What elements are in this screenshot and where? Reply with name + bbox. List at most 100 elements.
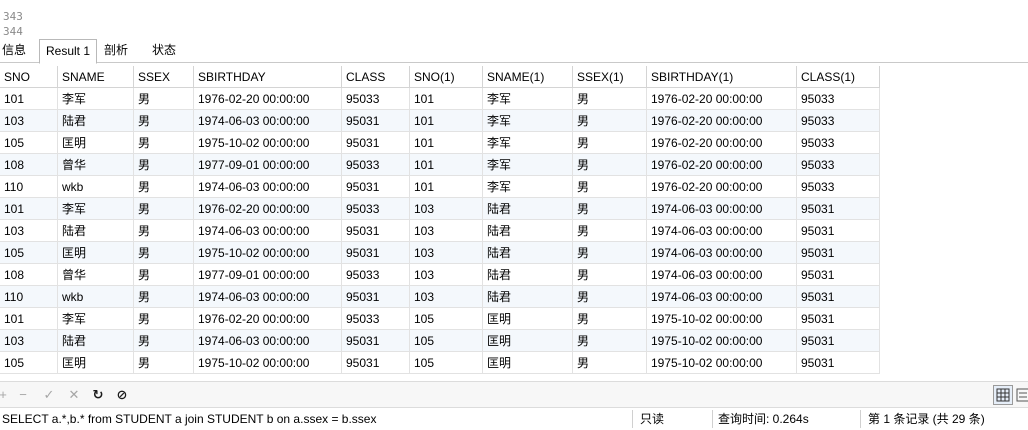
table-cell[interactable]: 陆君 (483, 242, 573, 264)
table-cell[interactable]: 匡明 (58, 352, 134, 374)
table-cell[interactable]: 李军 (58, 198, 134, 220)
table-cell[interactable]: 1976-02-20 00:00:00 (647, 88, 797, 110)
table-cell[interactable]: 101 (0, 88, 58, 110)
table-cell[interactable]: 男 (573, 308, 647, 330)
column-header[interactable]: SSEX (134, 66, 194, 88)
table-cell[interactable]: 男 (573, 88, 647, 110)
table-row[interactable]: 103 陆君男 1974-06-03 00:00:00 95031 105 匡明男 1975… (0, 330, 880, 352)
table-cell[interactable]: 95033 (342, 154, 410, 176)
table-cell[interactable]: 1977-09-01 00:00:00 (194, 264, 342, 286)
table-cell[interactable]: 陆君 (483, 220, 573, 242)
table-cell[interactable]: 男 (573, 352, 647, 374)
table-cell[interactable]: 108 (0, 154, 58, 176)
tab-profile[interactable]: 剖析 (98, 39, 134, 63)
column-header[interactable]: CLASS (342, 66, 410, 88)
table-cell[interactable]: 1976-02-20 00:00:00 (647, 154, 797, 176)
column-header[interactable]: SSEX(1) (573, 66, 647, 88)
table-cell[interactable]: 1975-10-02 00:00:00 (194, 242, 342, 264)
table-cell[interactable]: 1974-06-03 00:00:00 (194, 286, 342, 308)
column-header[interactable]: SNAME(1) (483, 66, 573, 88)
table-cell[interactable]: 95031 (797, 308, 880, 330)
table-cell[interactable]: 95031 (342, 132, 410, 154)
table-cell[interactable]: 李军 (483, 154, 573, 176)
table-cell[interactable]: 101 (410, 154, 483, 176)
table-cell[interactable]: 男 (573, 286, 647, 308)
table-row[interactable]: 101 李军男 1976-02-20 00:00:00 95033 105 匡明男 1975… (0, 308, 880, 330)
table-cell[interactable]: 101 (0, 198, 58, 220)
apply-button[interactable]: ✓ (40, 386, 58, 404)
table-cell[interactable]: 匡明 (483, 330, 573, 352)
table-cell[interactable]: 105 (410, 352, 483, 374)
table-cell[interactable]: 1974-06-03 00:00:00 (194, 110, 342, 132)
table-cell[interactable]: 曾华 (58, 264, 134, 286)
table-cell[interactable]: 95031 (342, 176, 410, 198)
table-cell[interactable]: 男 (573, 154, 647, 176)
table-cell[interactable]: 陆君 (483, 286, 573, 308)
table-cell[interactable]: wkb (58, 176, 134, 198)
table-cell[interactable]: 95033 (342, 198, 410, 220)
table-row[interactable]: 103 陆君男 1974-06-03 00:00:00 95031 101 李军男 1976… (0, 110, 880, 132)
table-cell[interactable]: 陆君 (58, 110, 134, 132)
table-cell[interactable]: 95031 (342, 242, 410, 264)
table-cell[interactable]: 103 (410, 220, 483, 242)
table-cell[interactable]: 95031 (797, 352, 880, 374)
column-header[interactable]: CLASS(1) (797, 66, 880, 88)
table-cell[interactable]: 1976-02-20 00:00:00 (194, 88, 342, 110)
table-cell[interactable]: 男 (573, 220, 647, 242)
table-cell[interactable]: 101 (410, 88, 483, 110)
table-cell[interactable]: 95033 (342, 88, 410, 110)
table-cell[interactable]: 95031 (342, 330, 410, 352)
table-cell[interactable]: 匡明 (483, 308, 573, 330)
table-cell[interactable]: 103 (0, 220, 58, 242)
table-cell[interactable]: 男 (134, 330, 194, 352)
table-cell[interactable]: 95031 (797, 264, 880, 286)
delete-row-button[interactable]: − (14, 386, 32, 404)
table-cell[interactable]: 103 (410, 198, 483, 220)
tab-status[interactable]: 状态 (146, 39, 182, 63)
table-cell[interactable]: 男 (573, 132, 647, 154)
table-row[interactable]: 105 匡明男 1975-10-02 00:00:00 95031 101 李军男 1976… (0, 132, 880, 154)
table-cell[interactable]: 李军 (58, 88, 134, 110)
table-cell[interactable]: 95033 (342, 308, 410, 330)
table-row[interactable]: 108 曾华男 1977-09-01 00:00:00 95033 101 李军男 1976… (0, 154, 880, 176)
table-cell[interactable]: 男 (573, 264, 647, 286)
table-cell[interactable]: 101 (410, 176, 483, 198)
table-cell[interactable]: 李军 (58, 308, 134, 330)
table-cell[interactable]: 陆君 (483, 198, 573, 220)
table-cell[interactable]: 95031 (342, 286, 410, 308)
table-cell[interactable]: 匡明 (483, 352, 573, 374)
table-cell[interactable]: 1976-02-20 00:00:00 (647, 132, 797, 154)
table-cell[interactable]: 男 (134, 242, 194, 264)
table-cell[interactable]: wkb (58, 286, 134, 308)
table-cell[interactable]: 105 (410, 308, 483, 330)
table-cell[interactable]: 1977-09-01 00:00:00 (194, 154, 342, 176)
table-cell[interactable]: 1974-06-03 00:00:00 (647, 242, 797, 264)
table-cell[interactable]: 李军 (483, 176, 573, 198)
table-row[interactable]: 105 匡明男 1975-10-02 00:00:00 95031 105 匡明男 1975… (0, 352, 880, 374)
table-cell[interactable]: 男 (573, 242, 647, 264)
table-cell[interactable]: 陆君 (483, 264, 573, 286)
table-cell[interactable]: 105 (0, 352, 58, 374)
table-cell[interactable]: 101 (410, 110, 483, 132)
table-cell[interactable]: 1974-06-03 00:00:00 (194, 330, 342, 352)
table-cell[interactable]: 男 (134, 198, 194, 220)
table-cell[interactable]: 95033 (342, 264, 410, 286)
table-cell[interactable]: 1974-06-03 00:00:00 (647, 286, 797, 308)
table-cell[interactable]: 95033 (797, 132, 880, 154)
table-cell[interactable]: 110 (0, 286, 58, 308)
table-cell[interactable]: 男 (134, 88, 194, 110)
table-cell[interactable]: 103 (0, 110, 58, 132)
table-cell[interactable]: 95031 (797, 220, 880, 242)
table-cell[interactable]: 男 (134, 176, 194, 198)
table-cell[interactable]: 95033 (797, 176, 880, 198)
table-cell[interactable]: 男 (134, 110, 194, 132)
table-cell[interactable]: 匡明 (58, 132, 134, 154)
discard-button[interactable]: ✕ (65, 386, 83, 404)
table-cell[interactable]: 男 (573, 198, 647, 220)
tab-result-1[interactable]: Result 1 (39, 39, 98, 64)
table-row[interactable]: 110 wkb 男 1974-06-03 00:00:00 95031 103 陆君男 197… (0, 286, 880, 308)
table-cell[interactable]: 李军 (483, 110, 573, 132)
table-cell[interactable]: 108 (0, 264, 58, 286)
table-cell[interactable]: 105 (410, 330, 483, 352)
table-cell[interactable]: 曾华 (58, 154, 134, 176)
